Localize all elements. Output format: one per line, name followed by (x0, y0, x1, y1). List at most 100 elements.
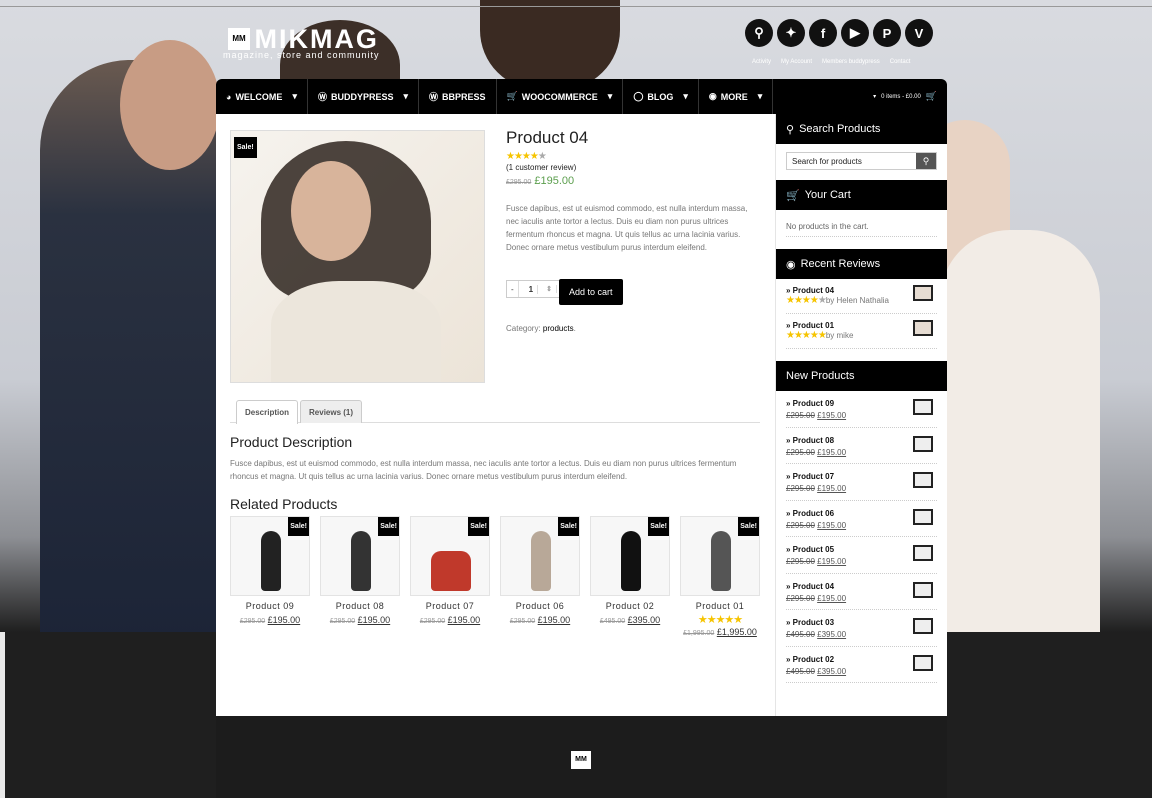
old-price: £295.00 (509, 618, 536, 625)
site-logo[interactable]: MM MIKMAG (228, 26, 379, 53)
np-thumb[interactable] (913, 618, 933, 634)
vimeo-icon[interactable]: V (905, 19, 933, 47)
np-thumb[interactable] (913, 508, 933, 525)
top-links: Activity My Account Members buddypress C… (752, 59, 910, 65)
nav-item-bbpress[interactable]: Ⓦ BBPRESS (419, 79, 497, 114)
new-product-item[interactable]: » Product 04 £295.00 £195.00 (786, 574, 937, 610)
sale-badge: Sale! (648, 517, 669, 536)
related-thumb[interactable]: Sale! (590, 516, 670, 596)
description-heading: Product Description (230, 434, 353, 450)
related-name[interactable]: Product 08 (320, 601, 400, 611)
figure (431, 551, 471, 591)
related-product[interactable]: Sale! Product 07 £295.00 £195.00 (410, 516, 490, 637)
qty-input[interactable]: 1 ⇕ (519, 281, 564, 297)
related-name[interactable]: Product 02 (590, 601, 670, 611)
new-product-item[interactable]: » Product 03 £495.00 £395.00 (786, 610, 937, 647)
np-thumb[interactable] (913, 545, 933, 561)
related-product[interactable]: Sale! Product 06 £295.00 £195.00 (500, 516, 580, 637)
wordpress-icon: Ⓦ (429, 92, 439, 102)
sale-badge: Sale! (288, 517, 309, 536)
related-name[interactable]: Product 09 (230, 601, 310, 611)
nav-item-blog[interactable]: ◯ BLOG ▾ (623, 79, 699, 114)
old-price: £295.00 (786, 593, 815, 603)
qty-minus-button[interactable]: - (507, 281, 519, 297)
related-name[interactable]: Product 06 (500, 601, 580, 611)
search-input[interactable]: Search for products (787, 153, 916, 169)
search-button[interactable]: ⚲ (916, 153, 936, 169)
review-item[interactable]: » Product 04 ★★★★★by Helen Nathalia (786, 279, 937, 314)
new-product-item[interactable]: » Product 07 £295.00 £195.00 (786, 464, 937, 501)
related-thumb[interactable]: Sale! (230, 516, 310, 596)
related-product[interactable]: Sale! Product 08 £295.00 £195.00 (320, 516, 400, 637)
search-icon[interactable]: ⚲ (745, 19, 773, 47)
logo-text: MIKMAG (254, 24, 379, 54)
new-product-item[interactable]: » Product 08 £295.00 £195.00 (786, 428, 937, 464)
eye-icon: ◉ (786, 258, 796, 271)
pinterest-icon[interactable]: P (873, 19, 901, 47)
facebook-icon[interactable]: f (809, 19, 837, 47)
twitter-icon[interactable]: ✦ (777, 19, 805, 47)
old-price: £495.00 (786, 630, 815, 639)
tab-description[interactable]: Description (236, 400, 299, 424)
main-content: Sale! Product 04 ★★★★★ (1 customer revie… (216, 114, 775, 716)
new-product-item[interactable]: » Product 06 £295.00 £195.00 (786, 501, 937, 537)
nav-item-buddypress[interactable]: Ⓦ BUDDYPRESS ▾ (308, 79, 420, 114)
review-thumb[interactable] (913, 320, 933, 336)
cart-icon: 🛒 (925, 91, 937, 101)
new-price: £195.00 (447, 615, 481, 625)
new-price: £195.00 (817, 484, 847, 493)
np-thumb[interactable] (913, 399, 933, 415)
new-product-item[interactable]: » Product 05 £295.00 £195.00 (786, 537, 937, 574)
np-thumb[interactable] (913, 435, 933, 452)
related-price: £295.00 £195.00 (410, 615, 490, 625)
widget-title-text: Search Products (799, 123, 881, 135)
related-thumb[interactable]: Sale! (410, 516, 490, 596)
related-thumb[interactable]: Sale! (500, 516, 580, 596)
top-link-account[interactable]: My Account (781, 59, 812, 65)
new-product-item[interactable]: » Product 02 £495.00 £395.00 (786, 647, 937, 683)
related-product[interactable]: Sale! Product 01 ★★★★★ £1,995.00 £1,995.… (680, 516, 760, 637)
tab-reviews[interactable]: Reviews (1) (300, 400, 363, 423)
wordpress-icon: Ⓦ (317, 92, 327, 102)
category-link[interactable]: products (543, 324, 574, 333)
related-name[interactable]: Product 07 (410, 601, 490, 611)
old-price: £495.00 (599, 618, 626, 625)
related-thumb[interactable]: Sale! (320, 516, 400, 596)
widget-title-text: New Products (786, 370, 855, 382)
top-link-activity[interactable]: Activity (752, 59, 771, 65)
footer-logo[interactable]: MM (571, 751, 591, 769)
nav-item-welcome[interactable]: ◕ WELCOME ▾ (216, 79, 308, 114)
add-to-cart-button[interactable]: Add to cart (559, 279, 623, 305)
nav-label: BBPRESS (442, 91, 486, 102)
top-link-contact[interactable]: Contact (890, 59, 911, 65)
review-item[interactable]: » Product 01 ★★★★★by mike (786, 314, 937, 349)
old-price: £295.00 (786, 557, 815, 566)
site-tagline: magazine, store and community (223, 50, 380, 60)
nav-item-woocommerce[interactable]: 🛒 WOOCOMMERCE ▾ (497, 79, 624, 114)
category-label: Category: (506, 324, 541, 333)
old-price: £295.00 (786, 447, 815, 457)
new-product-item[interactable]: » Product 09 £295.00 £195.00 (786, 391, 937, 428)
product-image[interactable]: Sale! (230, 130, 485, 383)
old-price: £295.00 (786, 520, 815, 530)
related-price: £295.00 £195.00 (230, 615, 310, 625)
related-product[interactable]: Sale! Product 09 £295.00 £195.00 (230, 516, 310, 637)
new-price: £195.00 (267, 615, 301, 625)
top-link-members[interactable]: Members buddypress (822, 59, 880, 65)
cart-widget-title: 🛒 Your Cart (776, 180, 947, 210)
related-product[interactable]: Sale! Product 02 £495.00 £395.00 (590, 516, 670, 637)
youtube-icon[interactable]: ▶ (841, 19, 869, 47)
product-price: £295.00 £195.00 (506, 175, 574, 187)
np-thumb[interactable] (913, 654, 933, 671)
review-thumb[interactable] (913, 285, 933, 301)
related-thumb[interactable]: Sale! (680, 516, 760, 596)
nav-item-more[interactable]: ◉ MORE ▾ (699, 79, 774, 114)
review-count-link[interactable]: (1 customer review) (506, 163, 576, 172)
nav-label: WOOCOMMERCE (521, 91, 598, 102)
np-thumb[interactable] (913, 472, 933, 488)
sale-badge: Sale! (378, 517, 399, 536)
nav-cart[interactable]: ▾ 0 items - £0.00 🛒 (863, 91, 947, 102)
related-name[interactable]: Product 01 (680, 601, 760, 611)
chevron-down-icon: ▾ (683, 91, 688, 101)
np-thumb[interactable] (913, 581, 933, 598)
